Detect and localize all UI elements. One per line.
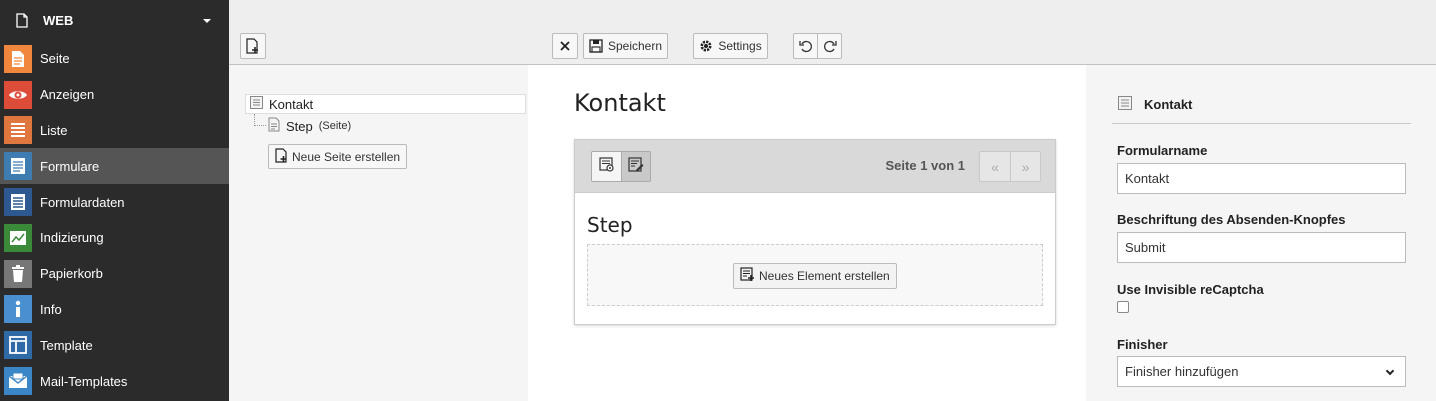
sidebar-item-label: Mail-Templates [40, 373, 128, 389]
sidebar-item-label: Formulardaten [40, 194, 125, 210]
sidebar-item-template[interactable]: Template [0, 327, 229, 363]
element-drop-zone: Neues Element erstellen [587, 244, 1043, 306]
prev-page-button[interactable]: « [980, 152, 1010, 181]
save-icon [589, 39, 603, 53]
sidebar-item-label: Template [40, 337, 93, 353]
recaptcha-checkbox[interactable] [1117, 301, 1129, 313]
form-stage: Kontakt Seite 1 von 1 « » Step Neues Ele… [528, 65, 1086, 401]
mail-icon [4, 367, 32, 396]
module-group-web[interactable]: WEB [0, 0, 229, 41]
inspector-panel: Kontakt Formularname Kontakt Beschriftun… [1086, 65, 1436, 401]
close-icon [560, 41, 570, 51]
sidebar-item-label: Info [40, 301, 62, 317]
inspector-header: Kontakt [1112, 93, 1411, 124]
view-mode-toggle [591, 151, 651, 182]
undo-icon [798, 39, 813, 53]
save-button[interactable]: Speichern [583, 33, 668, 59]
next-page-button[interactable]: » [1010, 152, 1040, 181]
sidebar-item-mail-templates[interactable]: Mail-Templates [0, 363, 229, 399]
save-button-label: Speichern [607, 39, 663, 53]
formname-label: Formularname [1117, 143, 1208, 158]
chevron-down-icon [203, 19, 211, 23]
close-button[interactable] [552, 33, 578, 59]
file-icon [0, 13, 43, 28]
list-icon [4, 116, 32, 145]
finisher-select-value: Finisher hinzufügen [1125, 364, 1239, 379]
tree-item-label: Step [286, 118, 313, 134]
sidebar-item-formulardaten[interactable]: Formulardaten [0, 184, 229, 220]
chart-icon [4, 223, 32, 252]
settings-button[interactable]: Settings [693, 33, 768, 59]
tree-connector [254, 114, 266, 126]
sidebar-item-label: Papierkorb [40, 266, 103, 282]
submit-label-label: Beschriftung des Absenden-Knopfes [1117, 212, 1346, 227]
sidebar-item-liste[interactable]: Liste [0, 113, 229, 149]
finisher-label: Finisher [1117, 337, 1168, 352]
inspector-header-label: Kontakt [1144, 96, 1193, 112]
formname-input[interactable]: Kontakt [1117, 163, 1406, 194]
new-page-toolbar-button[interactable] [240, 33, 266, 59]
form-icon [4, 152, 32, 181]
sidebar-item-anzeigen[interactable]: Anzeigen [0, 77, 229, 113]
sidebar-item-label: Anzeigen [40, 87, 95, 103]
edit-icon [628, 157, 644, 176]
stage-panel: Seite 1 von 1 « » Step Neues Element ers… [574, 139, 1056, 325]
gear-icon [699, 39, 713, 53]
form-icon [250, 96, 263, 112]
sidebar-item-label: Seite [40, 51, 70, 67]
new-page-button-label: Neue Seite erstellen [292, 149, 401, 164]
module-menu: WEB Seite Anzeigen Liste Formulare Formu… [0, 0, 229, 401]
form-icon [1118, 95, 1132, 113]
preview-mode-button[interactable] [592, 152, 621, 181]
stage-panel-header: Seite 1 von 1 « » [575, 140, 1055, 193]
finisher-select[interactable]: Finisher hinzufügen [1117, 356, 1406, 387]
sidebar-item-label: Indizierung [40, 230, 104, 246]
tree-root-form[interactable]: Kontakt [245, 94, 526, 114]
template-icon [4, 331, 32, 360]
submit-label-input[interactable]: Submit [1117, 232, 1406, 263]
sidebar-item-papierkorb[interactable]: Papierkorb [0, 256, 229, 292]
preview-icon [598, 157, 615, 176]
form-data-icon [4, 188, 32, 217]
module-group-label: WEB [43, 13, 74, 28]
step-title: Step [587, 213, 633, 237]
sidebar-item-indizierung[interactable]: Indizierung [0, 220, 229, 256]
new-element-button[interactable]: Neues Element erstellen [733, 263, 897, 289]
element-add-icon [740, 267, 755, 285]
abstract-mode-button[interactable] [621, 152, 650, 181]
settings-button-label: Settings [718, 39, 762, 53]
sidebar-item-label: Liste [40, 122, 68, 138]
redo-button[interactable] [817, 33, 842, 59]
new-element-button-label: Neues Element erstellen [759, 269, 890, 283]
page-icon [268, 117, 280, 135]
sidebar-item-label: Formulare [40, 158, 100, 174]
page-pager: « » [979, 151, 1041, 182]
tree-root-label: Kontakt [269, 96, 314, 112]
page-icon [4, 44, 32, 73]
page-counter: Seite 1 von 1 [885, 158, 965, 173]
sidebar-item-seite[interactable]: Seite [0, 41, 229, 77]
page-title: Kontakt [574, 89, 666, 117]
form-tree: Kontakt Step (Seite) Neue Seite erstelle… [229, 65, 528, 401]
redo-icon [823, 39, 837, 53]
page-add-icon [246, 38, 260, 54]
new-page-button[interactable]: Neue Seite erstellen [268, 144, 408, 169]
undo-button[interactable] [793, 33, 818, 59]
page-add-icon [275, 147, 288, 166]
tree-item-step[interactable]: Step (Seite) [268, 115, 351, 137]
docheader-toolbar: Speichern Settings [229, 0, 1436, 65]
trash-icon [4, 259, 32, 288]
sidebar-item-formulare[interactable]: Formulare [0, 148, 229, 185]
tree-item-type: (Seite) [318, 120, 352, 132]
eye-icon [4, 80, 32, 109]
chevron-down-icon [1385, 366, 1395, 376]
recaptcha-label: Use Invisible reCaptcha [1117, 282, 1264, 297]
info-icon [4, 295, 32, 324]
sidebar-item-info[interactable]: Info [0, 292, 229, 328]
